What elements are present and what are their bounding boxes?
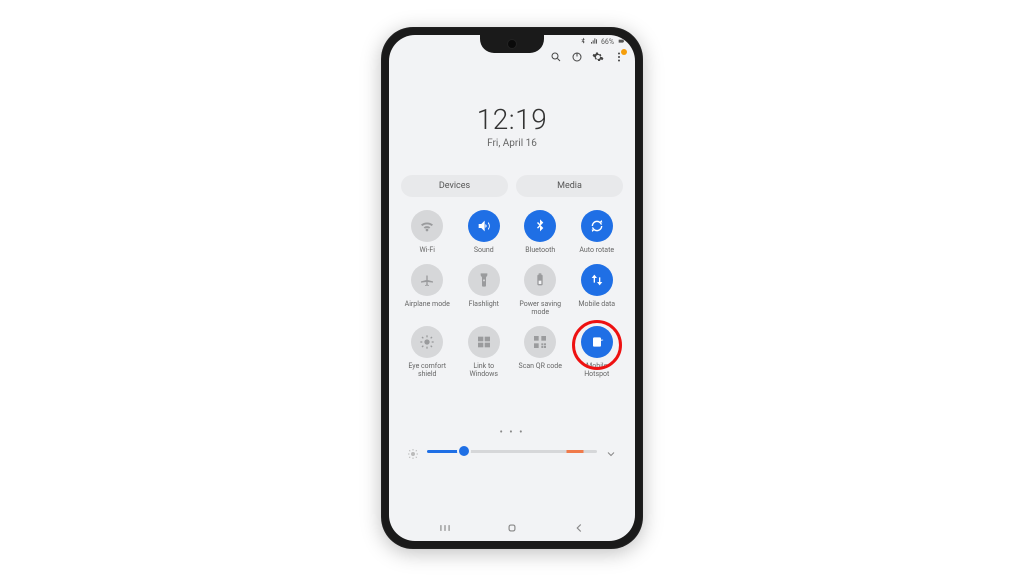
powersave-icon xyxy=(524,264,556,296)
brightness-row xyxy=(407,445,617,457)
clock-time: 12:19 xyxy=(389,103,635,136)
tile-powersave[interactable]: Power saving mode xyxy=(514,264,567,316)
mobiledata-icon xyxy=(581,264,613,296)
bluetooth-status-icon xyxy=(579,37,587,47)
airplane-icon xyxy=(411,264,443,296)
page-indicator[interactable]: • • • xyxy=(389,427,635,438)
phone-screen: 66% 12:19 Fri, April 16 Devices Media Wi… xyxy=(389,35,635,541)
notification-dot-icon xyxy=(621,49,627,55)
bluetooth-icon xyxy=(524,210,556,242)
tile-label: Airplane mode xyxy=(405,300,450,308)
media-label: Media xyxy=(557,181,582,191)
autorotate-icon xyxy=(581,210,613,242)
linkwindows-icon xyxy=(468,326,500,358)
tile-label: Mobile Hotspot xyxy=(574,362,620,378)
tile-label: Mobile data xyxy=(578,300,615,308)
brightness-expand-icon[interactable] xyxy=(605,445,617,457)
tile-bluetooth[interactable]: Bluetooth xyxy=(514,210,567,254)
quick-settings-grid: Wi-Fi Sound Bluetooth Auto rotate Airplane m… xyxy=(401,210,623,378)
power-icon[interactable] xyxy=(571,51,583,63)
signal-icon xyxy=(590,37,598,47)
tile-scanqr[interactable]: Scan QR code xyxy=(514,326,567,378)
settings-gear-icon[interactable] xyxy=(592,51,604,63)
clock-block: 12:19 Fri, April 16 xyxy=(389,103,635,149)
nav-recents[interactable] xyxy=(438,521,452,535)
tile-label: Power saving mode xyxy=(517,300,563,316)
android-navbar xyxy=(389,521,635,535)
devices-label: Devices xyxy=(439,181,470,191)
display-notch xyxy=(480,35,544,53)
search-icon[interactable] xyxy=(550,51,562,63)
tile-label: Wi-Fi xyxy=(420,246,435,254)
tile-wifi[interactable]: Wi-Fi xyxy=(401,210,454,254)
tile-label: Auto rotate xyxy=(579,246,614,254)
tile-label: Eye comfort shield xyxy=(404,362,450,378)
devices-media-row: Devices Media xyxy=(401,175,623,197)
battery-icon xyxy=(617,37,625,47)
tile-sound[interactable]: Sound xyxy=(458,210,511,254)
quick-panel-top-icons xyxy=(550,51,625,63)
wifi-icon xyxy=(411,210,443,242)
tile-label: Flashlight xyxy=(469,300,499,308)
tile-label: Sound xyxy=(474,246,494,254)
tile-label: Scan QR code xyxy=(519,362,562,370)
tile-eyecomfort[interactable]: Eye comfort shield xyxy=(401,326,454,378)
tile-mobiledata[interactable]: Mobile data xyxy=(571,264,624,316)
tile-label: Link to Windows xyxy=(461,362,507,378)
brightness-sun-icon xyxy=(407,445,419,457)
tile-flashlight[interactable]: Flashlight xyxy=(458,264,511,316)
tile-linkwindows[interactable]: Link to Windows xyxy=(458,326,511,378)
front-camera xyxy=(507,39,517,49)
nav-home[interactable] xyxy=(505,521,519,535)
tile-airplane[interactable]: Airplane mode xyxy=(401,264,454,316)
brightness-thumb[interactable] xyxy=(459,446,469,456)
clock-date: Fri, April 16 xyxy=(389,138,635,149)
flashlight-icon xyxy=(468,264,500,296)
hotspot-icon xyxy=(581,326,613,358)
nav-back[interactable] xyxy=(572,521,586,535)
tile-hotspot[interactable]: Mobile Hotspot xyxy=(571,326,624,378)
brightness-slider[interactable] xyxy=(427,450,597,453)
devices-button[interactable]: Devices xyxy=(401,175,508,197)
tile-label: Bluetooth xyxy=(525,246,555,254)
sound-icon xyxy=(468,210,500,242)
scanqr-icon xyxy=(524,326,556,358)
more-icon[interactable] xyxy=(613,51,625,63)
media-button[interactable]: Media xyxy=(516,175,623,197)
eyecomfort-icon xyxy=(411,326,443,358)
battery-level: 66% xyxy=(601,38,614,46)
tile-autorotate[interactable]: Auto rotate xyxy=(571,210,624,254)
status-bar: 66% xyxy=(579,37,625,47)
phone-frame: 66% 12:19 Fri, April 16 Devices Media Wi… xyxy=(381,27,643,549)
